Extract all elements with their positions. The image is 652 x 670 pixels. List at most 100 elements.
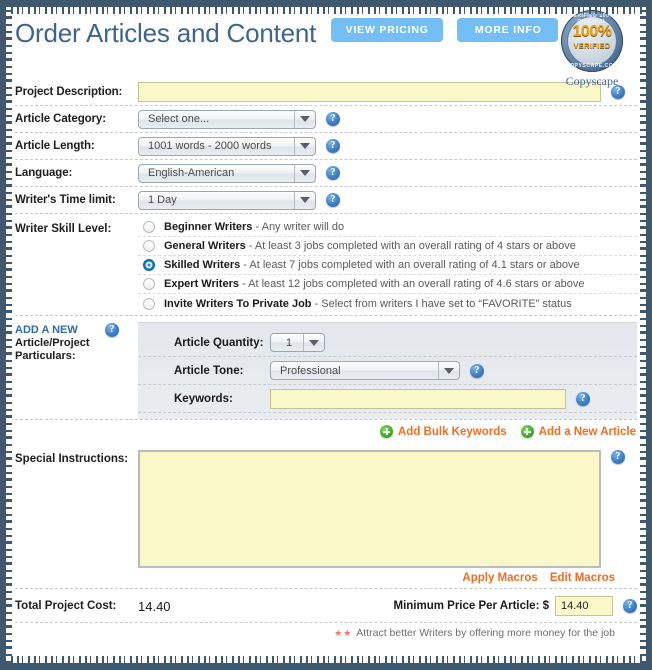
skill-option-general[interactable]: General Writers - At least 3 jobs comple… [138,237,637,256]
add-bulk-keywords-label: Add Bulk Keywords [398,425,507,438]
article-tone-value: Professional [280,364,341,377]
skill-option-invite-text: Invite Writers To Private Job - Select f… [164,298,572,310]
copyscape-badge[interactable]: VERIFIED 100% ORIGINAL 100% VERIFIED COP… [548,10,636,89]
torn-edge-right [640,0,648,670]
minimum-price-input[interactable] [555,596,613,616]
row-article-length: Article Length: 1001 words - 2000 words … [15,133,637,160]
row-totals: Total Project Cost: 14.40 Minimum Price … [15,589,637,623]
particulars-label: ADD A NEW Article/Project Particulars: ? [15,322,138,419]
language-value: English-American [148,167,235,179]
keywords-label: Keywords: [174,392,233,405]
copyscape-seal-icon: VERIFIED 100% ORIGINAL 100% VERIFIED COP… [561,10,623,72]
row-keywords: Keywords: ? [138,385,637,413]
price-note: ★★ Attract better Writers by offering mo… [15,623,637,639]
price-note-text: Attract better Writers by offering more … [356,627,615,639]
particulars-links: Add Bulk Keywords Add a New Article [15,420,637,444]
radio-skilled[interactable] [143,259,155,271]
help-icon-article-category[interactable]: ? [326,112,340,126]
time-limit-select[interactable]: 1 Day [138,190,316,210]
help-icon-article-tone[interactable]: ? [470,363,484,378]
language-select[interactable]: English-American [138,163,316,183]
stars-icon: ★★ [334,627,353,638]
skill-option-invite-desc: - Select from writers I have set to “FAV… [311,297,572,310]
row-article-category: Article Category: Select one... ? [15,106,637,133]
skill-option-beginner-text: Beginner Writers - Any writer will do [164,221,344,233]
radio-general[interactable] [143,240,155,252]
article-length-select[interactable]: 1001 words - 2000 words [138,136,316,156]
row-writer-skill-level: Writer Skill Level: Beginner Writers - A… [15,214,637,316]
skill-option-expert-title: Expert Writers [164,278,239,290]
help-icon-keywords[interactable]: ? [576,391,590,406]
plus-circle-icon [380,425,393,438]
skill-option-skilled-title: Skilled Writers [164,259,241,271]
row-article-quantity: Article Quantity: 1 [138,329,637,357]
special-instructions-textarea[interactable] [138,450,601,568]
row-language: Language: English-American ? [15,160,637,187]
torn-edge-left [4,0,12,670]
skill-option-expert-text: Expert Writers - At least 12 jobs comple… [164,278,584,290]
skill-option-expert[interactable]: Expert Writers - At least 12 jobs comple… [138,275,637,294]
special-instructions-label: Special Instructions: [15,453,129,465]
radio-invite[interactable] [143,297,155,310]
article-category-value: Select one... [148,113,210,125]
help-icon-minimum-price[interactable]: ? [623,599,637,613]
page-content: Order Articles and Content VIEW PRICING … [6,7,646,663]
app-window: Order Articles and Content VIEW PRICING … [0,0,652,670]
chevron-down-icon [294,164,315,182]
row-article-particulars: ADD A NEW Article/Project Particulars: ?… [15,316,637,420]
seal-percent: 100% [572,23,612,40]
keywords-input[interactable] [270,388,566,409]
language-label: Language: [15,167,73,179]
skill-option-skilled-text: Skilled Writers - At least 7 jobs comple… [164,259,580,271]
help-icon-article-length[interactable]: ? [326,139,340,153]
help-icon-time-limit[interactable]: ? [326,193,340,207]
help-icon-language[interactable]: ? [326,166,340,180]
writer-skill-level-label: Writer Skill Level: [15,223,112,235]
page-header: Order Articles and Content VIEW PRICING … [6,7,646,88]
time-limit-label: Writer's Time limit: [15,194,116,206]
row-time-limit: Writer's Time limit: 1 Day ? [15,187,637,214]
apply-macros-link[interactable]: Apply Macros [462,572,537,584]
particulars-panel: Article Quantity: 1 Article Tone: Profes… [138,322,637,419]
chevron-down-icon [303,334,324,351]
particulars-label-line2: Particulars: [15,350,76,362]
article-tone-select[interactable]: Professional [270,361,460,380]
edit-macros-link[interactable]: Edit Macros [550,572,615,584]
particulars-label-line1: Article/Project [15,337,90,349]
help-icon-special-instructions[interactable]: ? [611,450,625,464]
minimum-price-group: Minimum Price Per Article: $ ? [393,596,637,616]
skill-option-skilled[interactable]: Skilled Writers - At least 7 jobs comple… [138,256,637,275]
skill-option-general-desc: - At least 3 jobs completed with an over… [245,240,576,252]
add-bulk-keywords-link[interactable]: Add Bulk Keywords [380,425,507,438]
article-category-select[interactable]: Select one... [138,109,316,129]
seal-verified: VERIFIED [573,41,611,50]
plus-circle-icon [520,425,534,438]
radio-beginner[interactable] [143,221,155,233]
help-icon-particulars[interactable]: ? [105,323,119,337]
project-description-input[interactable] [138,82,601,102]
page-title: Order Articles and Content [15,18,317,48]
article-quantity-value: 1 [285,336,293,349]
view-pricing-button[interactable]: VIEW PRICING [330,18,443,42]
total-project-cost-label: Total Project Cost: [15,600,117,612]
torn-edge-bottom [0,656,652,665]
row-project-description: Project Description: ? [15,79,637,106]
order-form: Project Description: ? Article Category:… [6,79,646,639]
total-project-cost-value: 14.40 [138,598,171,614]
skill-option-beginner[interactable]: Beginner Writers - Any writer will do [138,218,637,237]
time-limit-value: 1 Day [148,194,177,206]
seal-arc-bottom-text: COPYSCAPE.COM [565,63,619,69]
article-length-value: 1001 words - 2000 words [148,140,272,152]
seal-arc-top-text: VERIFIED 100% ORIGINAL [569,13,615,25]
radio-expert[interactable] [143,278,155,290]
row-article-tone: Article Tone: Professional ? [138,357,637,385]
row-special-instructions: Special Instructions: ? [15,444,637,568]
skill-option-invite[interactable]: Invite Writers To Private Job - Select f… [138,294,637,313]
torn-edge-top [0,5,652,14]
macro-links: Apply Macros Edit Macros [15,568,637,589]
seal-center-text: 100% VERIFIED [561,24,623,50]
add-new-article-link[interactable]: Add a New Article [520,425,636,438]
more-info-button[interactable]: MORE INFO [457,18,559,42]
article-quantity-select[interactable]: 1 [270,333,325,352]
writer-skill-level-options: Beginner Writers - Any writer will do Ge… [138,218,637,313]
